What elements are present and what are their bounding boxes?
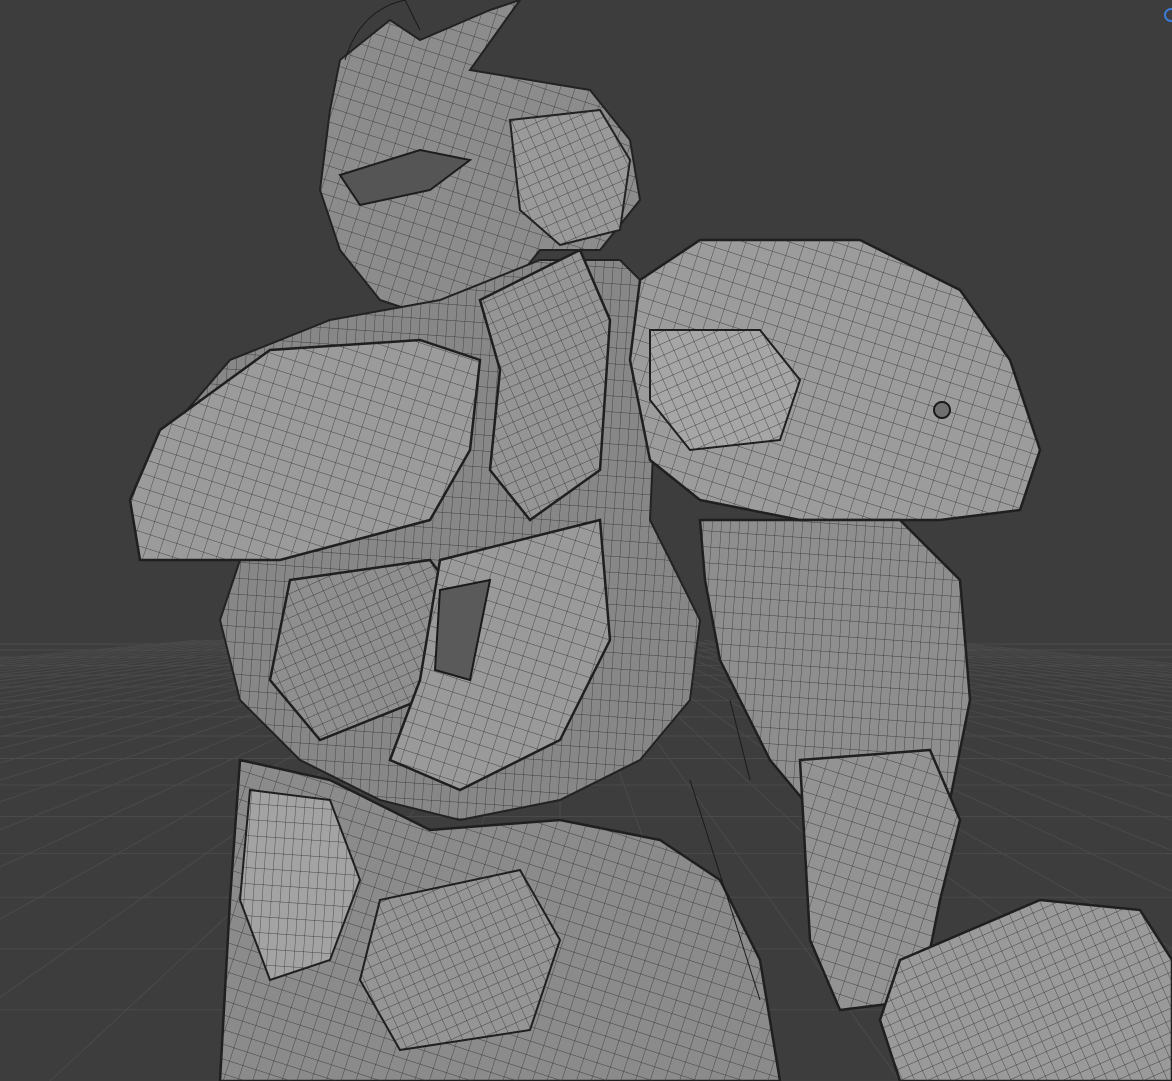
3d-viewport[interactable]: [0, 0, 1172, 1081]
shoulder-pauldron-mesh[interactable]: [628, 238, 1042, 522]
mech-model-mesh[interactable]: [0, 0, 1172, 1081]
torso-mesh[interactable]: [128, 248, 702, 822]
orbit-gizmo-icon[interactable]: [1164, 8, 1172, 22]
